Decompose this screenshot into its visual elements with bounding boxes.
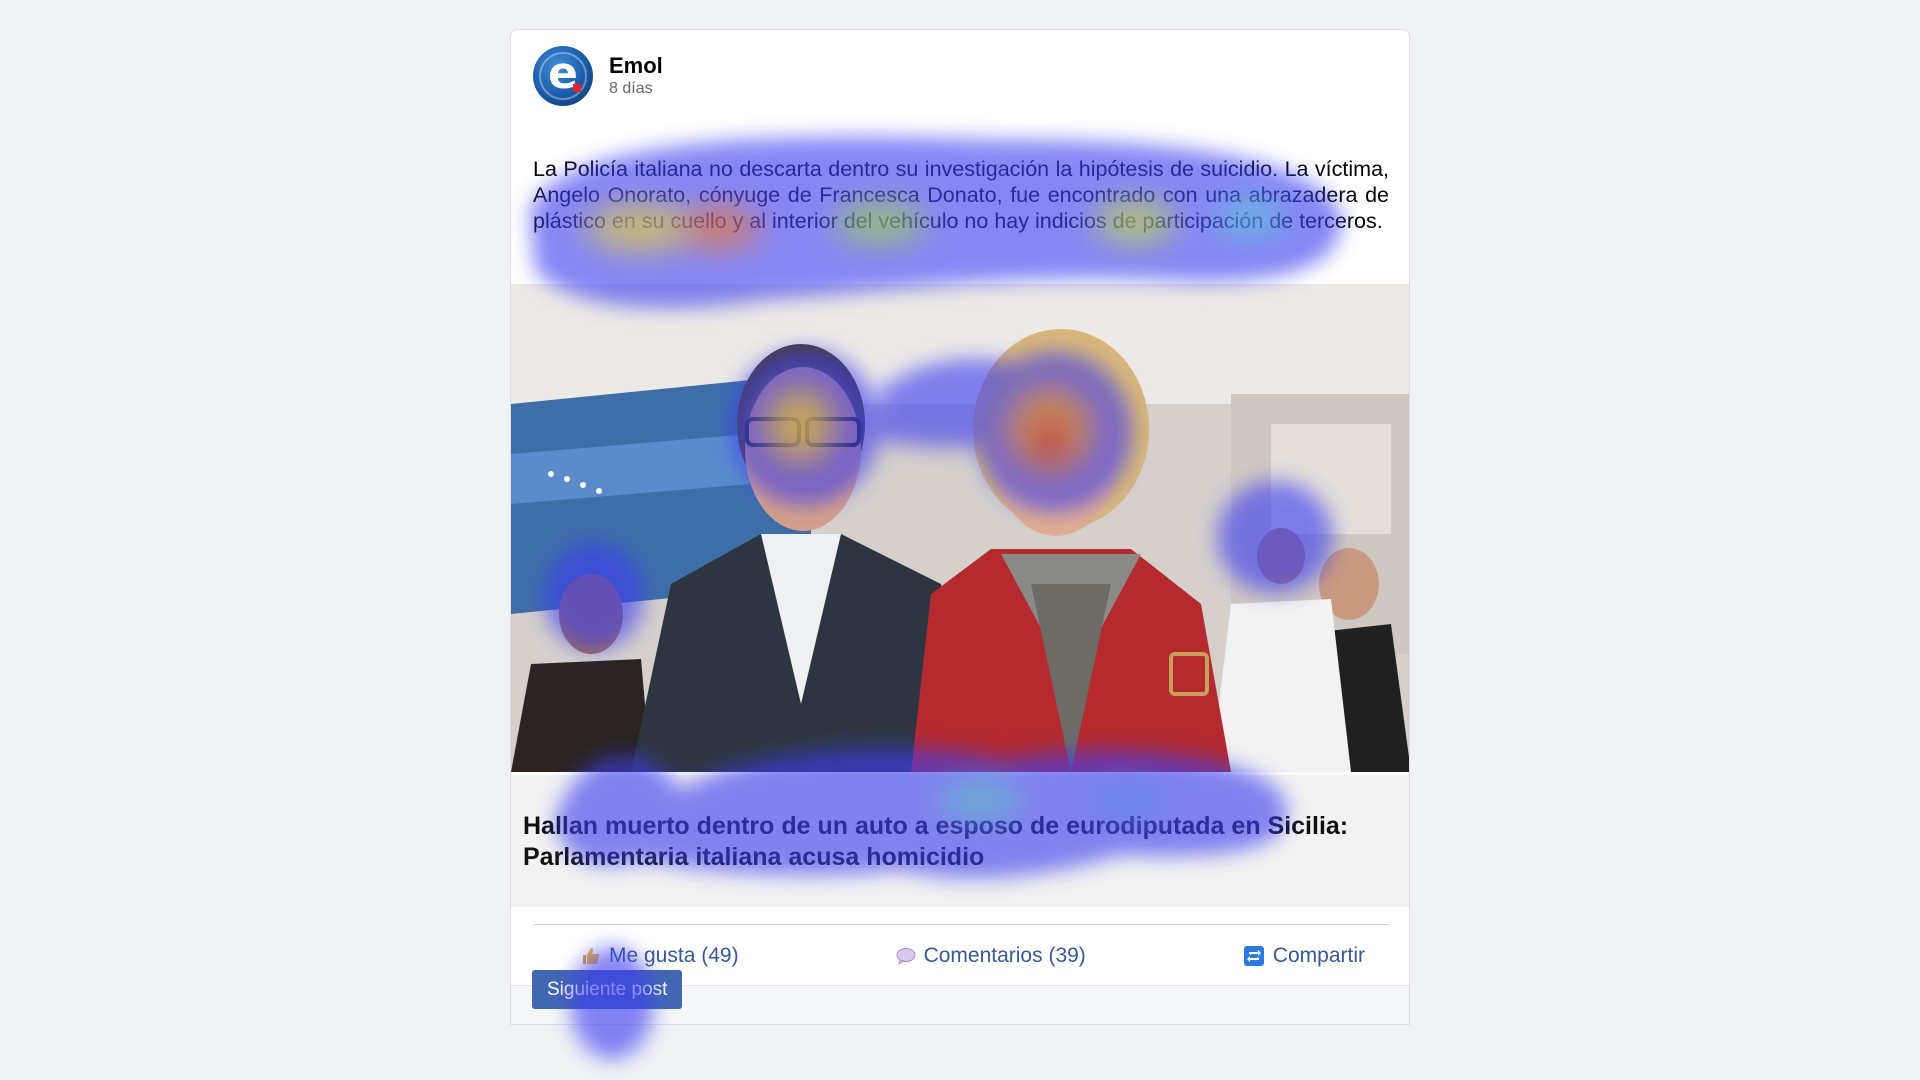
share-button[interactable]: Compartir [1219, 934, 1389, 978]
photo-illustration [511, 284, 1409, 772]
link-preview[interactable]: Hallan muerto dentro de un auto a esposo… [511, 775, 1409, 907]
speech-bubble-icon [896, 947, 916, 965]
emol-logo-icon: e [548, 48, 578, 99]
share-icon [1243, 945, 1265, 967]
post-card: e Emol 8 días La Policía italiana no des… [510, 29, 1410, 1025]
comments-label: Comentarios (39) [923, 944, 1086, 967]
page: e Emol 8 días La Policía italiana no des… [0, 0, 1920, 1080]
share-label: Compartir [1272, 944, 1365, 967]
next-post-button[interactable]: Siguiente post [532, 970, 683, 1009]
actions-divider [533, 924, 1389, 925]
author-name[interactable]: Emol [609, 53, 663, 79]
post-timestamp: 8 días [609, 80, 653, 97]
link-title[interactable]: Hallan muerto dentro de un auto a esposo… [523, 811, 1363, 873]
comments-button[interactable]: Comentarios (39) [872, 934, 1110, 978]
avatar[interactable]: e [533, 46, 593, 106]
like-label: Me gusta (49) [609, 944, 739, 967]
header-text: Emol 8 días [609, 53, 663, 99]
logo-red-mark [573, 84, 581, 92]
thumbs-up-icon [581, 946, 601, 966]
post-header: e Emol 8 días [533, 45, 663, 107]
post-text: La Policía italiana no descarta dentro s… [533, 157, 1389, 233]
post-image[interactable] [511, 284, 1409, 772]
